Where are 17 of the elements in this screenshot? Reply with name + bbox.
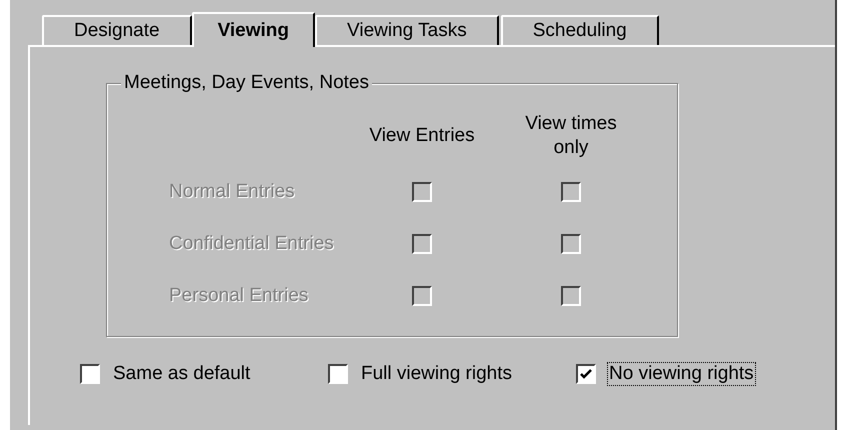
check-icon (579, 367, 593, 381)
tab[interactable]: Viewing (192, 12, 316, 47)
group-title: Meetings, Day Events, Notes (121, 72, 372, 94)
checkbox[interactable] (576, 364, 596, 384)
checkbox[interactable] (80, 364, 100, 384)
checkbox-label[interactable]: Same as default (112, 363, 252, 385)
checkbox-label[interactable]: Full viewing rights (360, 363, 513, 385)
checkbox[interactable] (328, 364, 348, 384)
row-label: Normal Entries (168, 181, 296, 203)
row-label: Confidential Entries (168, 233, 335, 255)
column-header: View Entries (369, 124, 475, 148)
checkbox-label[interactable]: No viewing rights (608, 363, 755, 385)
row-label: Personal Entries (168, 285, 310, 307)
tab[interactable]: Designate (42, 15, 192, 45)
column-header: View times only (524, 112, 618, 160)
tab[interactable]: Viewing Tasks (315, 15, 499, 45)
tab[interactable]: Scheduling (500, 15, 659, 45)
